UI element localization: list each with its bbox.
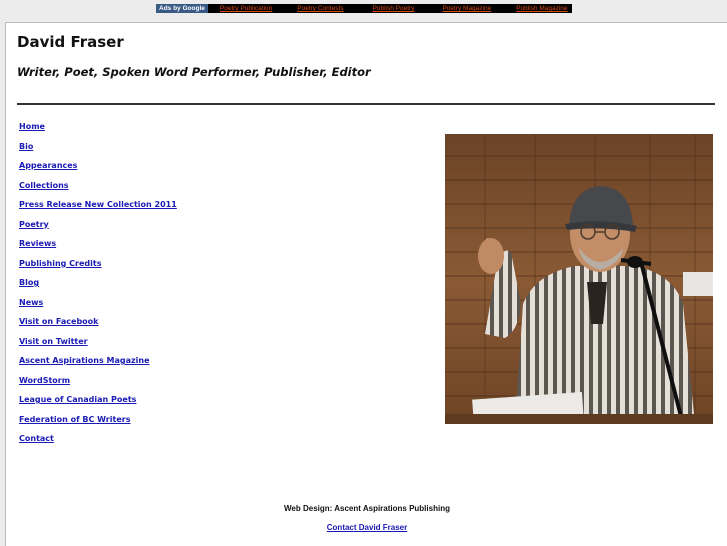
- nav-link-contact[interactable]: Contact: [19, 434, 54, 443]
- nav-link-twitter[interactable]: Visit on Twitter: [19, 337, 88, 346]
- nav-item-news: News: [19, 292, 177, 312]
- header-divider: [17, 103, 715, 105]
- contact-david-fraser-link[interactable]: Contact David Fraser: [327, 523, 407, 532]
- nav-item-poetry: Poetry: [19, 214, 177, 234]
- nav-item-facebook: Visit on Facebook: [19, 311, 177, 331]
- author-photo: [445, 134, 713, 424]
- ad-link-publish-poetry[interactable]: Publish Poetry: [373, 4, 415, 13]
- page-title: David Fraser: [17, 33, 124, 51]
- page-subtitle: Writer, Poet, Spoken Word Performer, Pub…: [17, 65, 371, 79]
- nav-link-home[interactable]: Home: [19, 122, 45, 131]
- nav-item-ascent-magazine: Ascent Aspirations Magazine: [19, 350, 177, 370]
- nav-link-federation-bc-writers[interactable]: Federation of BC Writers: [19, 415, 130, 424]
- nav-link-ascent-magazine[interactable]: Ascent Aspirations Magazine: [19, 356, 150, 365]
- ad-link-poetry-contests[interactable]: Poetry Contests: [297, 4, 343, 13]
- nav-link-wordstorm[interactable]: WordStorm: [19, 376, 70, 385]
- nav-link-appearances[interactable]: Appearances: [19, 161, 77, 170]
- nav-item-home: Home: [19, 116, 177, 136]
- nav-link-blog[interactable]: Blog: [19, 278, 39, 287]
- nav-item-bio: Bio: [19, 136, 177, 156]
- nav-item-reviews: Reviews: [19, 233, 177, 253]
- nav-link-bio[interactable]: Bio: [19, 142, 33, 151]
- nav-link-poetry[interactable]: Poetry: [19, 220, 49, 229]
- nav-item-federation-bc-writers: Federation of BC Writers: [19, 409, 177, 429]
- nav-menu: Home Bio Appearances Collections Press R…: [19, 116, 177, 448]
- nav-link-press-release[interactable]: Press Release New Collection 2011: [19, 200, 177, 209]
- nav-link-league-canadian-poets[interactable]: League of Canadian Poets: [19, 395, 136, 404]
- nav-link-news[interactable]: News: [19, 298, 43, 307]
- web-design-credit: Web Design: Ascent Aspirations Publishin…: [284, 504, 450, 513]
- ad-link-poetry-magazine[interactable]: Poetry Magazine: [442, 4, 491, 13]
- nav-item-publishing-credits: Publishing Credits: [19, 253, 177, 273]
- nav-item-blog: Blog: [19, 272, 177, 292]
- ad-link-poetry-publication[interactable]: Poetry Publication: [220, 4, 272, 13]
- nav-link-publishing-credits[interactable]: Publishing Credits: [19, 259, 101, 268]
- page-container: David Fraser Writer, Poet, Spoken Word P…: [5, 22, 727, 546]
- ad-bar: Ads by Google Poetry Publication Poetry …: [156, 4, 572, 13]
- nav-item-contact: Contact: [19, 428, 177, 448]
- nav-item-wordstorm: WordStorm: [19, 370, 177, 390]
- ad-link-publish-magazine[interactable]: Publish Magazine: [516, 4, 567, 13]
- nav-item-appearances: Appearances: [19, 155, 177, 175]
- ads-by-google-label[interactable]: Ads by Google: [156, 4, 208, 13]
- nav-link-collections[interactable]: Collections: [19, 181, 69, 190]
- nav-item-collections: Collections: [19, 175, 177, 195]
- nav-link-facebook[interactable]: Visit on Facebook: [19, 317, 98, 326]
- nav-link-reviews[interactable]: Reviews: [19, 239, 56, 248]
- author-photo-illustration: [445, 134, 713, 424]
- footer-contact: Contact David Fraser: [6, 523, 727, 532]
- nav-item-press-release: Press Release New Collection 2011: [19, 194, 177, 214]
- nav-item-twitter: Visit on Twitter: [19, 331, 177, 351]
- nav-item-league-canadian-poets: League of Canadian Poets: [19, 389, 177, 409]
